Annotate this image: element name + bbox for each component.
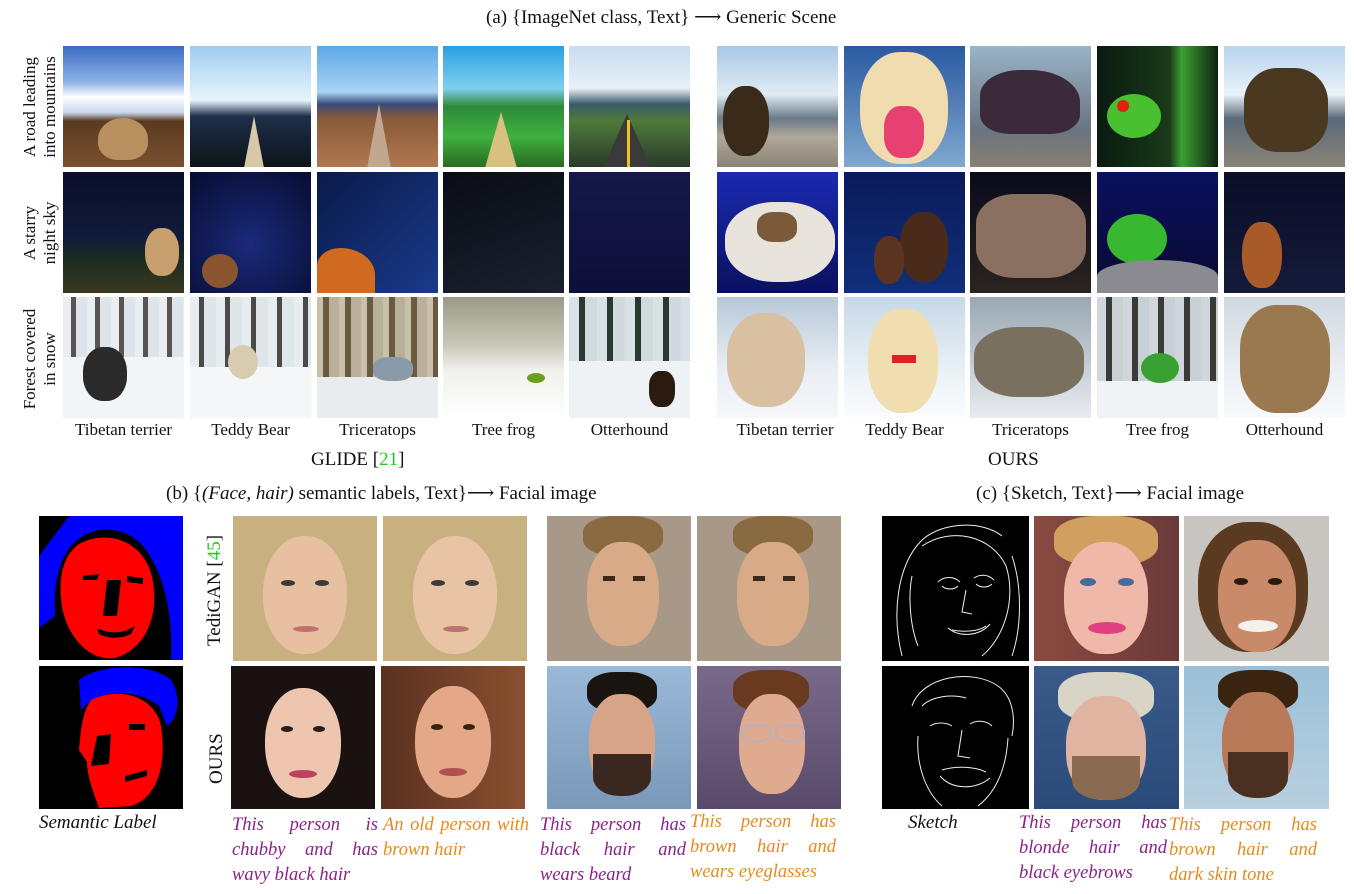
ours-sketch-face-blonde <box>1034 516 1179 661</box>
sketch-caption: Sketch <box>908 812 958 833</box>
ours-sketch-face-blonde-male <box>1034 666 1179 809</box>
semantic-label-caption: Semantic Label <box>39 812 157 833</box>
ours-face-black-hair-beard <box>547 666 691 809</box>
ours-road-teddy-image <box>844 46 965 167</box>
ours-road-terrier-image <box>717 46 838 167</box>
ours-road-treefrog-image <box>1097 46 1218 167</box>
tedigan-face-male-2 <box>697 516 841 661</box>
prompt-brown-hair-eyeglasses: This person has brown hair and wears eye… <box>690 812 836 882</box>
class-caption-otterhound-ours: Otterhound <box>1245 420 1324 439</box>
ours-sky-terrier-image <box>717 172 838 293</box>
ours-snow-triceratops-image <box>970 297 1091 418</box>
glide-road-teddy-image <box>190 46 311 167</box>
ours-road-otterhound-image <box>1224 46 1345 167</box>
ours-sky-triceratops-image <box>970 172 1091 293</box>
row-label-starry: A starry night sky <box>20 201 59 265</box>
ours-face-old-brown-hair <box>381 666 525 809</box>
class-caption-tree-frog: Tree frog <box>471 420 536 439</box>
class-caption-teddy-bear-ours: Teddy Bear <box>865 420 944 439</box>
sketch-lines-female <box>896 524 1020 657</box>
ours-face-wavy-black-hair <box>231 666 375 809</box>
sketch-image-female <box>882 516 1029 661</box>
prompt-old-brown-hair: An old person with brown hair <box>383 815 529 860</box>
ours-snow-teddy-image <box>844 297 965 418</box>
glide-sky-triceratops-image <box>317 172 438 293</box>
class-caption-otterhound: Otterhound <box>590 420 669 439</box>
method-label-glide: GLIDE [21] <box>311 449 405 470</box>
class-caption-teddy-bear: Teddy Bear <box>211 420 290 439</box>
glide-sky-terrier-image <box>63 172 184 293</box>
glide-road-terrier-image <box>63 46 184 167</box>
method-label-ours: OURS <box>988 449 1039 470</box>
section-a-title: (a) {ImageNet class, Text} ⟶ Generic Sce… <box>486 7 837 28</box>
side-label-tedigan: TediGAN [45] <box>204 534 225 646</box>
ours-sky-treefrog-image <box>1097 172 1218 293</box>
glide-snow-triceratops-image <box>317 297 438 418</box>
row-label-forest: Forest covered in snow <box>20 308 59 410</box>
semantic-label-shape-2 <box>79 667 178 808</box>
glide-snow-terrier-image <box>63 297 184 418</box>
ours-snow-treefrog-image <box>1097 297 1218 418</box>
ours-sky-otterhound-image <box>1224 172 1345 293</box>
semantic-label-map-1 <box>39 516 183 660</box>
class-caption-triceratops-ours: Triceratops <box>992 420 1069 439</box>
ours-face-brown-hair-eyeglasses <box>697 666 841 809</box>
class-caption-tibetan-terrier-ours: Tibetan terrier <box>736 420 834 439</box>
glide-road-otterhound-image <box>569 46 690 167</box>
ours-road-triceratops-image <box>970 46 1091 167</box>
citation-ref-21[interactable]: 21 <box>379 449 398 470</box>
row-label-road: A road leading into mountains <box>20 56 59 158</box>
glide-road-treefrog-image <box>443 46 564 167</box>
class-caption-triceratops: Triceratops <box>339 420 416 439</box>
ours-snow-terrier-image <box>717 297 838 418</box>
glide-snow-treefrog-image <box>443 297 564 418</box>
tedigan-face-male-1 <box>547 516 691 661</box>
ours-sky-teddy-image <box>844 172 965 293</box>
prompt-black-hair-beard: This person has black hair and wears bea… <box>540 815 686 885</box>
tedigan-face-blonde-1 <box>233 516 377 661</box>
citation-ref-45[interactable]: 45 <box>204 541 225 560</box>
tedigan-face-blonde-2 <box>383 516 527 661</box>
semantic-label-map-2 <box>39 666 183 809</box>
semantic-label-shape-1 <box>39 516 183 660</box>
section-c-title: (c) {Sketch, Text}⟶ Facial image <box>976 483 1245 504</box>
prompt-brown-hair-dark-skin: This person has brown hair and dark skin… <box>1169 815 1317 885</box>
class-caption-tibetan-terrier: Tibetan terrier <box>74 420 173 439</box>
glide-sky-treefrog-image <box>443 172 564 293</box>
glide-sky-teddy-image <box>190 172 311 293</box>
prompt-chubby-wavy-black: This person is chubby and has wavy black… <box>232 815 378 885</box>
glide-sky-otterhound-image <box>569 172 690 293</box>
glide-snow-otterhound-image <box>569 297 690 418</box>
ours-sketch-face-dark-skin <box>1184 516 1329 661</box>
ours-snow-otterhound-image <box>1224 297 1345 418</box>
sketch-lines-male <box>911 675 1014 807</box>
ours-sketch-face-brown-dark-skin <box>1184 666 1329 809</box>
glide-road-triceratops-image <box>317 46 438 167</box>
side-label-ours-b: OURS <box>206 733 227 784</box>
section-b-title: (b) {(Face, hair) semantic labels, Text}… <box>166 483 597 504</box>
glide-snow-teddy-image <box>190 297 311 418</box>
sketch-image-male <box>882 666 1029 809</box>
prompt-blonde-black-eyebrows: This person has blonde hair and black ey… <box>1019 813 1167 883</box>
class-caption-tree-frog-ours: Tree frog <box>1125 420 1190 439</box>
